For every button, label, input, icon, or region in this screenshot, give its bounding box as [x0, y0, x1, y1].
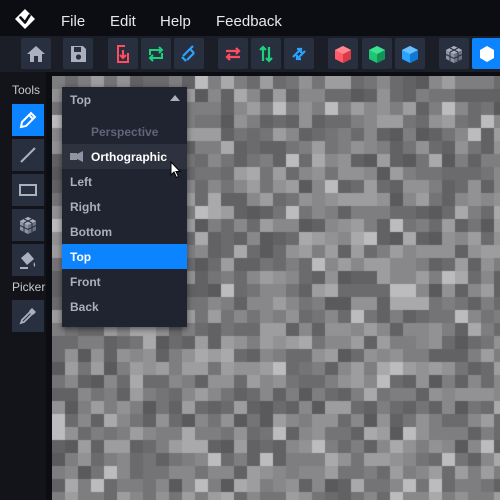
sync-button[interactable] [284, 38, 314, 69]
view-option-back-label: Back [70, 300, 99, 314]
rectangle-icon [19, 184, 37, 196]
import-icon [117, 44, 129, 63]
view-option-perspective: Perspective [62, 119, 187, 144]
cube-red-icon [335, 45, 351, 63]
fill-bucket-icon [20, 252, 36, 269]
view-option-back[interactable]: Back [62, 294, 187, 319]
view-dropdown-current: Top [70, 93, 92, 107]
view-option-top[interactable]: Top [62, 244, 187, 269]
menu-edit[interactable]: Edit [110, 13, 136, 31]
add-cube-green-button[interactable] [362, 38, 392, 69]
import-button[interactable] [108, 38, 138, 69]
view-option-front-label: Front [70, 275, 101, 289]
rectangle-tool-button[interactable] [12, 174, 44, 206]
save-icon [71, 45, 86, 62]
swap-vertical-icon [259, 44, 273, 63]
flip-vertical-button[interactable] [251, 38, 281, 69]
toolbar [0, 36, 500, 72]
view-option-right-label: Right [70, 200, 101, 214]
projection-icon [70, 151, 83, 162]
repeat-button[interactable] [141, 38, 171, 69]
view-dropdown[interactable]: Top Perspective Orthographic Left Right … [62, 87, 187, 327]
tools-sidebar: Tools Picker [0, 72, 46, 500]
view-option-left-label: Left [70, 175, 92, 189]
cube-brush-icon [19, 217, 37, 234]
eyedropper-tool-button[interactable] [12, 300, 44, 332]
rotate-icon [181, 44, 195, 62]
view-option-left[interactable]: Left [62, 169, 187, 194]
home-button[interactable] [21, 38, 51, 69]
repeat-icon [148, 45, 164, 62]
app-logo-icon[interactable] [14, 8, 36, 30]
menu-feedback[interactable]: Feedback [216, 13, 282, 31]
save-button[interactable] [63, 38, 93, 69]
view-dropdown-header[interactable]: Top [62, 87, 187, 112]
picker-section-label: Picker [12, 280, 46, 294]
pencil-tool-button[interactable] [12, 104, 44, 136]
tools-section-label: Tools [12, 83, 41, 97]
cube-brush-tool-button[interactable] [12, 209, 44, 241]
view-option-front[interactable]: Front [62, 269, 187, 294]
add-cube-red-button[interactable] [328, 38, 358, 69]
hexagon-icon [480, 45, 494, 62]
eyedropper-icon [19, 308, 36, 325]
sync-icon [292, 47, 306, 60]
cube-blue-icon [402, 45, 418, 63]
flip-horizontal-button[interactable] [218, 38, 248, 69]
menu-bar: File Edit Help Feedback [0, 0, 500, 36]
swap-horizontal-icon [225, 46, 241, 61]
home-icon [27, 45, 45, 62]
rotate-button[interactable] [174, 38, 204, 69]
view-option-perspective-label: Perspective [91, 125, 159, 139]
line-tool-button[interactable] [12, 139, 44, 171]
fill-tool-button[interactable] [12, 244, 44, 276]
view-option-bottom[interactable]: Bottom [62, 219, 187, 244]
voxel-grid-button[interactable] [439, 38, 469, 69]
line-icon [20, 147, 36, 163]
view-mode-button[interactable] [472, 38, 500, 69]
menu-file[interactable]: File [61, 13, 85, 31]
view-option-orthographic[interactable]: Orthographic [62, 144, 187, 169]
view-option-top-label: Top [70, 250, 92, 264]
cube-grid-icon [445, 45, 463, 63]
caret-up-icon [170, 95, 180, 101]
cube-green-icon [369, 45, 385, 63]
add-cube-blue-button[interactable] [395, 38, 425, 69]
pencil-icon [19, 111, 37, 129]
menu-help[interactable]: Help [160, 13, 191, 31]
view-option-orthographic-label: Orthographic [91, 150, 168, 164]
view-option-right[interactable]: Right [62, 194, 187, 219]
view-option-bottom-label: Bottom [70, 225, 112, 239]
mouse-cursor-icon [170, 161, 182, 179]
